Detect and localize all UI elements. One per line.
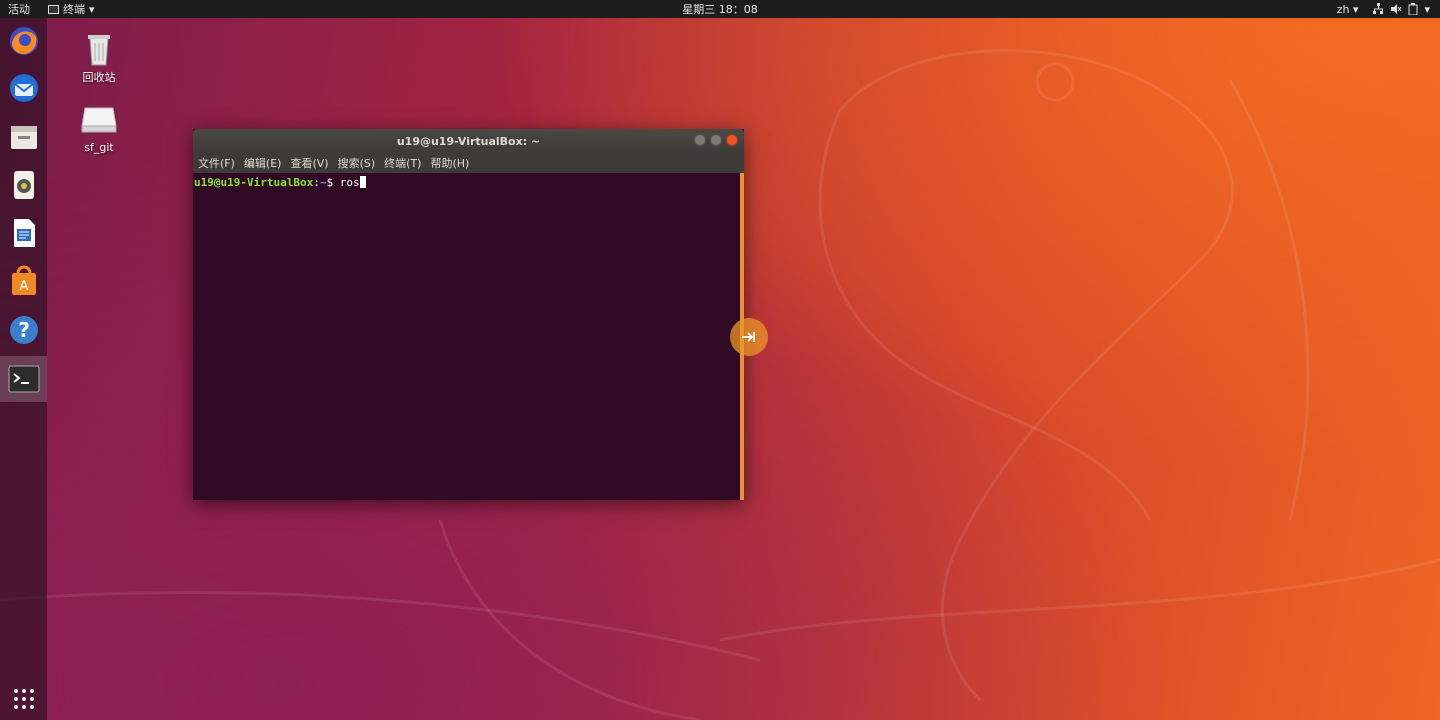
dock-thunderbird[interactable] xyxy=(0,65,47,111)
rhythmbox-icon xyxy=(7,168,41,202)
system-tray[interactable]: ▾ xyxy=(1372,3,1430,16)
activities-button[interactable]: 活动 xyxy=(8,1,30,17)
prompt-user: u19@u19-VirtualBox xyxy=(194,176,314,189)
prompt-separator: : xyxy=(313,176,320,189)
volume-muted-icon xyxy=(1391,4,1402,14)
terminal-titlebar[interactable]: u19@u19-VirtualBox: ~ xyxy=(193,129,744,153)
battery-icon xyxy=(1408,3,1418,15)
drive-icon xyxy=(79,104,119,138)
menu-file[interactable]: 文件(F) xyxy=(198,155,235,171)
help-icon: ? xyxy=(7,313,41,347)
desktop-icon-label: sf_git xyxy=(84,141,114,154)
terminal-window[interactable]: u19@u19-VirtualBox: ~ 文件(F) 编辑(E) 查看(V) … xyxy=(193,129,744,500)
svg-text:?: ? xyxy=(18,318,30,342)
dock-firefox[interactable] xyxy=(0,18,47,64)
dock-software[interactable]: A xyxy=(0,258,47,304)
terminal-icon xyxy=(7,362,41,396)
dock-rhythmbox[interactable] xyxy=(0,162,47,208)
text-cursor xyxy=(359,176,366,188)
command-input[interactable]: ros xyxy=(340,176,360,189)
files-icon xyxy=(7,120,41,154)
terminal-menubar: 文件(F) 编辑(E) 查看(V) 搜索(S) 终端(T) 帮助(H) xyxy=(193,153,744,173)
thunderbird-icon xyxy=(7,71,41,105)
top-bar: 活动 终端 ▾ 星期三 18：08 zh ▾ ▾ xyxy=(0,0,1440,18)
chevron-down-icon: ▾ xyxy=(1352,2,1359,16)
menu-search[interactable]: 搜索(S) xyxy=(338,155,376,171)
maximize-button[interactable] xyxy=(710,134,722,146)
desktop-icon-sf-git[interactable]: sf_git xyxy=(64,104,134,154)
close-button[interactable] xyxy=(726,134,738,146)
grid-icon xyxy=(7,682,41,716)
dock-terminal[interactable] xyxy=(0,356,47,402)
writer-icon xyxy=(7,216,41,250)
app-menu[interactable]: 终端 ▾ xyxy=(48,1,95,17)
menu-help[interactable]: 帮助(H) xyxy=(430,155,469,171)
software-center-icon: A xyxy=(7,264,41,298)
window-title: u19@u19-VirtualBox: ~ xyxy=(396,134,541,148)
network-icon xyxy=(1373,3,1384,14)
resize-cursor-icon xyxy=(730,318,768,356)
dock-writer[interactable] xyxy=(0,210,47,256)
app-menu-label: 终端 xyxy=(63,3,85,16)
clock[interactable]: 星期三 18：08 xyxy=(0,1,1440,17)
dock-help[interactable]: ? xyxy=(0,307,47,353)
minimize-button[interactable] xyxy=(694,134,706,146)
svg-text:A: A xyxy=(19,279,28,294)
desktop-icon-label: 回收站 xyxy=(82,71,116,84)
menu-terminal[interactable]: 终端(T) xyxy=(384,155,421,171)
menu-edit[interactable]: 编辑(E) xyxy=(244,155,282,171)
chevron-down-icon: ▾ xyxy=(89,2,95,16)
prompt-symbol: $ xyxy=(326,176,340,189)
dock: A ? xyxy=(0,18,47,720)
menu-view[interactable]: 查看(V) xyxy=(290,155,328,171)
chevron-down-icon: ▾ xyxy=(1424,2,1430,16)
dock-show-applications[interactable] xyxy=(0,676,47,720)
terminal-small-icon xyxy=(48,4,59,14)
firefox-icon xyxy=(7,24,41,58)
desktop-icon-trash[interactable]: 回收站 xyxy=(64,32,134,85)
trash-icon xyxy=(79,32,119,66)
dock-files[interactable] xyxy=(0,114,47,160)
terminal-output[interactable]: u19@u19-VirtualBox:~$ ros xyxy=(193,173,740,500)
language-indicator[interactable]: zh ▾ xyxy=(1337,3,1359,16)
